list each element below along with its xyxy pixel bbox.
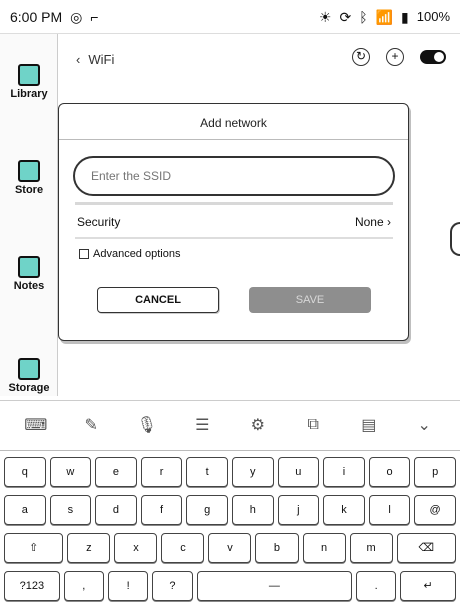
key-u[interactable]: u: [277, 457, 320, 487]
enter-key[interactable]: ↵: [400, 571, 456, 601]
key-s[interactable]: s: [49, 495, 92, 525]
key-i[interactable]: i: [323, 457, 365, 487]
space-key[interactable]: —: [196, 571, 352, 601]
sidebar-item-label: Store: [14, 184, 44, 196]
key-p[interactable]: p: [414, 457, 456, 487]
store-icon: [18, 160, 40, 182]
sync-icon[interactable]: ⟳: [339, 10, 351, 24]
add-network-dialog: Add network Security None › Advanced opt…: [58, 103, 409, 341]
key-z[interactable]: z: [67, 533, 111, 563]
key-exclamation[interactable]: !: [108, 571, 149, 601]
translate-icon[interactable]: ⧉: [298, 416, 328, 434]
microphone-icon[interactable]: 🎙: [132, 415, 162, 435]
key-q[interactable]: q: [4, 457, 46, 487]
battery-icon: ▮: [401, 8, 409, 25]
key-y[interactable]: y: [231, 457, 274, 487]
keyboard-toolbar: ⌨ ✎ 🎙 ☰ ⚙ ⧉ ▤ ⌄: [0, 400, 460, 448]
sidebar-item-label: Library: [10, 88, 48, 100]
battery-level: 100%: [416, 9, 450, 24]
sidebar-item-store[interactable]: Store: [0, 160, 58, 196]
wifi-toggle[interactable]: [420, 50, 446, 64]
key-g[interactable]: g: [186, 495, 228, 525]
ssid-input[interactable]: [73, 156, 395, 196]
advanced-options-checkbox[interactable]: [79, 249, 89, 259]
key-b[interactable]: b: [255, 533, 299, 563]
sidebar-item-storage[interactable]: Storage: [0, 358, 58, 394]
divider: [75, 202, 393, 205]
sidebar-item-label: Storage: [8, 382, 50, 394]
storage-icon: [18, 358, 40, 380]
brightness-icon[interactable]: ☀: [319, 10, 332, 24]
sidebar-item-notes[interactable]: Notes: [0, 256, 58, 292]
key-m[interactable]: m: [349, 533, 393, 563]
bluetooth-icon[interactable]: ᛒ: [359, 10, 367, 24]
back-button[interactable]: ‹ WiFi: [76, 52, 114, 67]
keyboard-icon[interactable]: ⌨: [21, 415, 51, 435]
key-question[interactable]: ?: [152, 571, 193, 601]
wifi-icon[interactable]: 📶: [376, 10, 393, 24]
notification-icon: ◎: [70, 8, 83, 25]
sidebar-item-library[interactable]: Library: [0, 64, 58, 100]
cancel-button[interactable]: CANCEL: [97, 287, 219, 313]
key-h[interactable]: h: [231, 495, 274, 525]
key-o[interactable]: o: [368, 457, 411, 487]
symbols-key[interactable]: ?123: [4, 571, 60, 601]
refresh-icon[interactable]: ↻: [352, 48, 370, 66]
security-label: Security: [77, 215, 121, 229]
notes-icon: [18, 256, 40, 278]
handwriting-icon[interactable]: ✎: [76, 415, 106, 435]
backspace-key[interactable]: ⌫: [396, 533, 456, 563]
key-period[interactable]: .: [355, 571, 397, 601]
advanced-options-label: Advanced options: [93, 248, 181, 260]
clipboard-icon[interactable]: ☰: [187, 415, 217, 435]
sidebar: Library Store Notes Storage: [0, 34, 58, 396]
key-k[interactable]: k: [323, 495, 365, 525]
security-value: None ›: [354, 215, 391, 229]
key-w[interactable]: w: [49, 457, 92, 487]
advanced-options-row[interactable]: Advanced options: [79, 248, 180, 260]
chevron-left-icon: ‹: [76, 52, 81, 67]
key-e[interactable]: e: [95, 457, 137, 487]
divider: [75, 237, 393, 239]
key-at[interactable]: @: [414, 495, 456, 525]
hide-keyboard-icon[interactable]: ⌄: [409, 415, 439, 435]
key-j[interactable]: j: [277, 495, 320, 525]
sidebar-item-label: Notes: [13, 280, 45, 292]
key-x[interactable]: x: [114, 533, 158, 563]
library-icon: [18, 64, 40, 86]
key-a[interactable]: a: [4, 495, 46, 525]
key-t[interactable]: t: [186, 457, 228, 487]
side-handle[interactable]: [450, 222, 460, 256]
key-v[interactable]: v: [208, 533, 252, 563]
key-d[interactable]: d: [95, 495, 137, 525]
page-title: WiFi: [88, 52, 115, 67]
keyboard: q w e r t y u i o p a s d f g h j k l @ …: [0, 450, 460, 611]
key-r[interactable]: r: [140, 457, 183, 487]
divider: [59, 139, 408, 140]
status-bar: 6:00 PM ◎ ⌐ ☀ ⟳ ᛒ 📶 ▮ 100%: [0, 0, 460, 34]
notes-icon[interactable]: ▤: [354, 415, 384, 435]
settings-icon[interactable]: ⚙: [243, 415, 273, 435]
dialog-title: Add network: [200, 116, 267, 130]
key-c[interactable]: c: [161, 533, 205, 563]
security-row[interactable]: Security None ›: [77, 210, 391, 234]
shift-key[interactable]: ⇧: [4, 533, 64, 563]
key-f[interactable]: f: [140, 495, 183, 525]
add-icon[interactable]: +: [386, 48, 404, 66]
save-button[interactable]: SAVE: [249, 287, 371, 313]
cast-icon: ⌐: [90, 8, 99, 25]
key-comma[interactable]: ,: [63, 571, 104, 601]
wifi-header: ‹ WiFi ↻ +: [58, 34, 460, 86]
key-l[interactable]: l: [368, 495, 411, 525]
status-time: 6:00 PM: [10, 8, 63, 25]
key-n[interactable]: n: [302, 533, 346, 563]
